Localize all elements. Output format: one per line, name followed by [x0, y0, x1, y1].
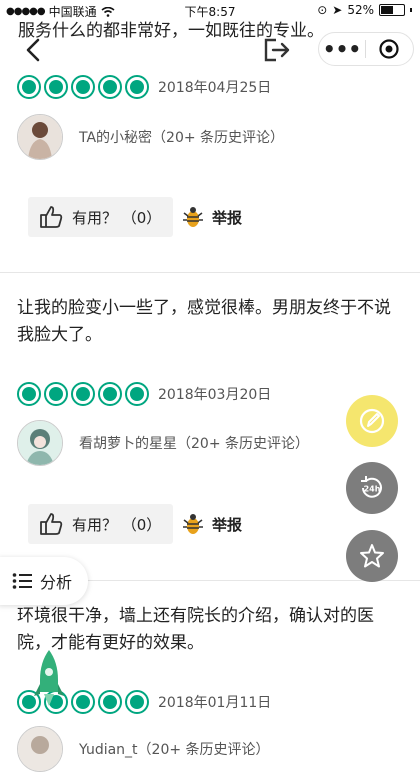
helpful-label: 有用？ （0）: [72, 208, 162, 227]
review-user[interactable]: 看胡萝卜的星星（20+ 条历史评论）: [17, 420, 309, 466]
favorite-button[interactable]: [346, 530, 398, 582]
user-name: TA的小秘密（20+ 条历史评论）: [79, 130, 285, 146]
write-review-button[interactable]: [346, 395, 398, 447]
svg-text:24h: 24h: [364, 485, 381, 494]
report-label: 举报: [212, 208, 243, 227]
back-button[interactable]: [20, 34, 50, 66]
lock-rotation-icon: ⊙: [317, 3, 328, 17]
analysis-button[interactable]: 分析: [0, 557, 88, 605]
review-user[interactable]: Yudian_t（20+ 条历史评论）: [17, 726, 270, 772]
24h-button[interactable]: 24h: [346, 462, 398, 514]
rating-bubbles: 2018年03月20日: [17, 382, 271, 406]
location-icon: ➤: [332, 3, 343, 17]
review-date: 2018年04月25日: [158, 80, 272, 96]
avatar[interactable]: [17, 114, 63, 160]
battery-percent: 52%: [347, 3, 374, 17]
thumb-up-icon: [40, 206, 63, 228]
avatar[interactable]: [17, 726, 63, 772]
divider: [0, 272, 420, 273]
battery-icon: [379, 4, 405, 16]
close-program-button[interactable]: [366, 38, 412, 60]
helpful-button[interactable]: 有用？ （0）: [28, 197, 173, 237]
rating-bubbles: 2018年04月25日: [17, 75, 271, 99]
more-button[interactable]: •••: [319, 39, 365, 59]
report-label: 举报: [212, 515, 243, 534]
target-icon: [379, 39, 399, 59]
list-icon: [12, 573, 32, 589]
report-button[interactable]: 举报: [180, 512, 242, 536]
share-button[interactable]: [262, 36, 292, 64]
avatar[interactable]: [17, 420, 63, 466]
share-icon: [264, 38, 290, 62]
back-to-top-button[interactable]: [34, 648, 64, 712]
star-icon: [360, 544, 384, 568]
nav-bar: •••: [0, 30, 420, 70]
review-date: 2018年01月11日: [158, 695, 272, 711]
thumb-up-icon: [40, 513, 63, 535]
back-arrow-icon: [26, 38, 40, 62]
analysis-label: 分析: [40, 573, 73, 592]
review-text: 环境很干净，墙上还有院长的介绍，确认对的医院，才能有更好的效果。: [17, 606, 374, 653]
report-button[interactable]: 举报: [180, 205, 242, 229]
mini-program-capsule: •••: [318, 32, 414, 66]
helpful-button[interactable]: 有用？ （0）: [28, 504, 173, 544]
bug-report-icon: [183, 514, 203, 534]
bug-report-icon: [183, 207, 203, 227]
rocket-icon: [34, 650, 64, 706]
user-name: 看胡萝卜的星星（20+ 条历史评论）: [79, 436, 309, 452]
24h-icon: 24h: [361, 476, 382, 498]
more-icon: •••: [322, 37, 362, 61]
user-name: Yudian_t（20+ 条历史评论）: [79, 742, 270, 758]
review-text: 让我的脸变小一些了，感觉很棒。男朋友终于不说我脸大了。: [17, 298, 391, 345]
review-user[interactable]: TA的小秘密（20+ 条历史评论）: [17, 114, 284, 160]
edit-icon: [359, 408, 385, 434]
status-bar: ●●●●● 中国联通 下午8:57 ⊙ ➤ 52%: [0, 0, 420, 22]
review-date: 2018年03月20日: [158, 387, 272, 403]
helpful-label: 有用？ （0）: [72, 515, 162, 534]
